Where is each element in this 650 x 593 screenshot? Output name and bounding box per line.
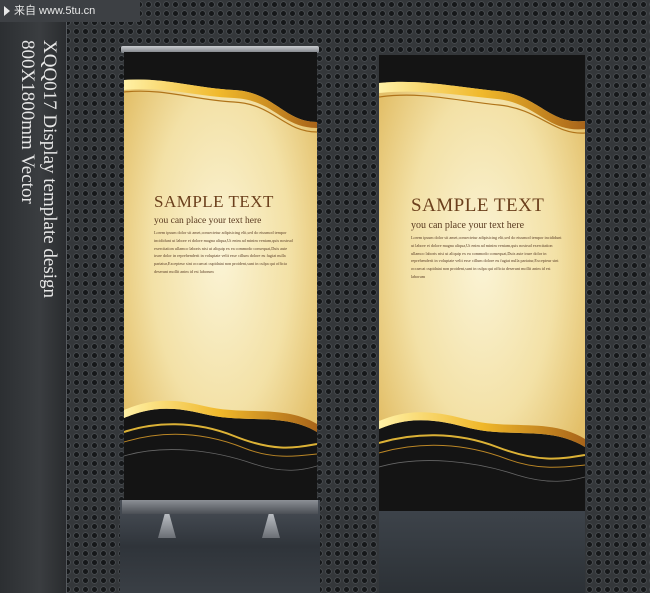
banner-2-copy: SAMPLE TEXT you can place your text here… bbox=[411, 195, 563, 281]
vertical-title-line-2: 800X1800mm Vector bbox=[17, 40, 38, 204]
banner-1-subheading: you can place your text here bbox=[154, 216, 262, 226]
banner-2-heading: SAMPLE TEXT bbox=[411, 195, 545, 216]
banner-1-body: Lorem ipsum dolor sit amet,consectetur a… bbox=[154, 230, 293, 274]
banner-1: SAMPLE TEXT you can place your text here… bbox=[124, 52, 317, 500]
vertical-title-line-1: XQQ017 Display template design bbox=[39, 40, 60, 299]
banner-2-subheading: you can place your text here bbox=[411, 220, 525, 231]
banner-1-copy: SAMPLE TEXT you can place your text here… bbox=[154, 192, 294, 276]
banner-2-body: Lorem ipsum dolor sit amet,consectetur a… bbox=[411, 235, 562, 279]
display-stage: 来自 www.5tu.cn XQQ017 Display template de… bbox=[0, 0, 650, 593]
banner-2: SAMPLE TEXT you can place your text here… bbox=[379, 55, 585, 511]
banner-1-bottom-rail bbox=[122, 500, 318, 514]
vertical-title: XQQ017 Display template design 800X1800m… bbox=[16, 40, 60, 440]
banner-2-base bbox=[379, 511, 585, 593]
watermark-text: 来自 www.5tu.cn bbox=[14, 5, 96, 17]
source-watermark: 来自 www.5tu.cn bbox=[0, 0, 140, 22]
play-icon bbox=[4, 6, 10, 17]
banner-2-artwork bbox=[379, 55, 585, 511]
banner-1-heading: SAMPLE TEXT bbox=[154, 192, 274, 211]
banner-1-artwork bbox=[124, 52, 317, 500]
